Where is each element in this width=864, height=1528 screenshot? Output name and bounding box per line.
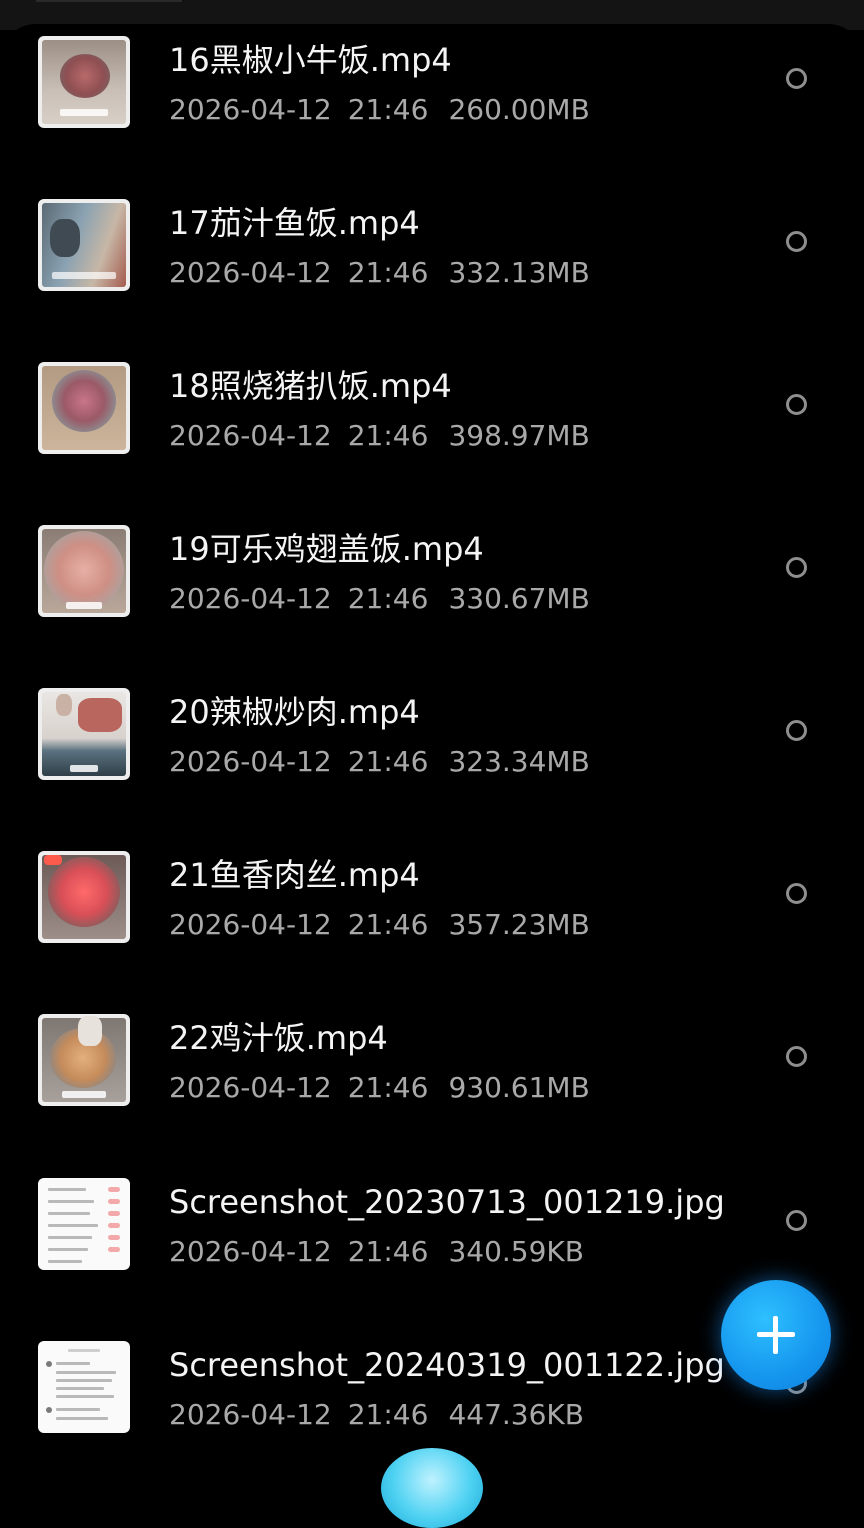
file-time: 21:46 <box>347 256 429 289</box>
select-radio-icon[interactable] <box>786 720 807 741</box>
file-size: 260.00MB <box>448 93 590 126</box>
image-thumbnail <box>38 1341 130 1433</box>
file-meta: 2026-04-12 21:46 930.61MB <box>169 1070 590 1106</box>
video-thumbnail <box>38 362 130 454</box>
file-size: 398.97MB <box>448 419 590 452</box>
file-row[interactable]: 22鸡汁饭.mp4 2026-04-12 21:46 930.61MB <box>0 996 864 1159</box>
top-tab-indicator <box>36 0 182 2</box>
file-size: 330.67MB <box>448 582 590 615</box>
file-name: 19可乐鸡翅盖饭.mp4 <box>169 530 484 568</box>
file-meta: 2026-04-12 21:46 332.13MB <box>169 255 590 291</box>
video-thumbnail <box>38 1014 130 1106</box>
video-thumbnail <box>38 525 130 617</box>
file-name: Screenshot_20240319_001122.jpg <box>169 1346 725 1384</box>
file-name: 21鱼香肉丝.mp4 <box>169 856 420 894</box>
file-meta: 2026-04-12 21:46 398.97MB <box>169 418 590 454</box>
file-name: 18照烧猪扒饭.mp4 <box>169 367 452 405</box>
file-size: 930.61MB <box>448 1071 590 1104</box>
file-row[interactable]: 18照烧猪扒饭.mp4 2026-04-12 21:46 398.97MB <box>0 344 864 507</box>
file-date: 2026-04-12 <box>169 93 332 126</box>
file-meta: 2026-04-12 21:46 260.00MB <box>169 92 590 128</box>
bottom-floating-bubble[interactable] <box>381 1448 483 1528</box>
file-date: 2026-04-12 <box>169 256 332 289</box>
file-time: 21:46 <box>347 582 429 615</box>
file-time: 21:46 <box>347 1235 429 1268</box>
select-radio-icon[interactable] <box>786 1046 807 1067</box>
file-meta: 2026-04-12 21:46 447.36KB <box>169 1397 584 1433</box>
file-row[interactable]: 19可乐鸡翅盖饭.mp4 2026-04-12 21:46 330.67MB <box>0 507 864 670</box>
file-name: 20辣椒炒肉.mp4 <box>169 693 420 731</box>
file-meta: 2026-04-12 21:46 330.67MB <box>169 581 590 617</box>
file-date: 2026-04-12 <box>169 582 332 615</box>
file-date: 2026-04-12 <box>169 1071 332 1104</box>
file-date: 2026-04-12 <box>169 745 332 778</box>
select-radio-icon[interactable] <box>786 231 807 252</box>
file-list-sheet: 16黑椒小牛饭.mp4 2026-04-12 21:46 260.00MB 17茄汁… <box>0 24 864 1476</box>
file-date: 2026-04-12 <box>169 1398 332 1431</box>
file-size: 447.36KB <box>448 1398 584 1431</box>
file-meta: 2026-04-12 21:46 340.59KB <box>169 1234 584 1270</box>
video-thumbnail <box>38 36 130 128</box>
file-row[interactable]: 21鱼香肉丝.mp4 2026-04-12 21:46 357.23MB <box>0 833 864 996</box>
video-thumbnail <box>38 688 130 780</box>
select-radio-icon[interactable] <box>786 1210 807 1231</box>
video-thumbnail <box>38 199 130 291</box>
select-radio-icon[interactable] <box>786 68 807 89</box>
file-name: 17茄汁鱼饭.mp4 <box>169 204 420 242</box>
file-time: 21:46 <box>347 908 429 941</box>
file-time: 21:46 <box>347 1071 429 1104</box>
select-radio-icon[interactable] <box>786 557 807 578</box>
file-size: 357.23MB <box>448 908 590 941</box>
select-radio-icon[interactable] <box>786 883 807 904</box>
file-size: 323.34MB <box>448 745 590 778</box>
file-size: 332.13MB <box>448 256 590 289</box>
file-name: 22鸡汁饭.mp4 <box>169 1019 388 1057</box>
select-radio-icon[interactable] <box>786 394 807 415</box>
file-time: 21:46 <box>347 745 429 778</box>
file-time: 21:46 <box>347 93 429 126</box>
file-row[interactable]: 17茄汁鱼饭.mp4 2026-04-12 21:46 332.13MB <box>0 181 864 344</box>
file-name: 16黑椒小牛饭.mp4 <box>169 41 452 79</box>
file-date: 2026-04-12 <box>169 419 332 452</box>
file-row[interactable]: 20辣椒炒肉.mp4 2026-04-12 21:46 323.34MB <box>0 670 864 833</box>
image-thumbnail <box>38 1178 130 1270</box>
video-thumbnail <box>38 851 130 943</box>
file-row[interactable]: 16黑椒小牛饭.mp4 2026-04-12 21:46 260.00MB <box>0 24 864 181</box>
file-name: Screenshot_20230713_001219.jpg <box>169 1183 725 1221</box>
file-size: 340.59KB <box>448 1235 584 1268</box>
file-time: 21:46 <box>347 1398 429 1431</box>
file-date: 2026-04-12 <box>169 908 332 941</box>
file-time: 21:46 <box>347 419 429 452</box>
file-meta: 2026-04-12 21:46 323.34MB <box>169 744 590 780</box>
add-button[interactable] <box>721 1280 831 1390</box>
file-date: 2026-04-12 <box>169 1235 332 1268</box>
file-meta: 2026-04-12 21:46 357.23MB <box>169 907 590 943</box>
